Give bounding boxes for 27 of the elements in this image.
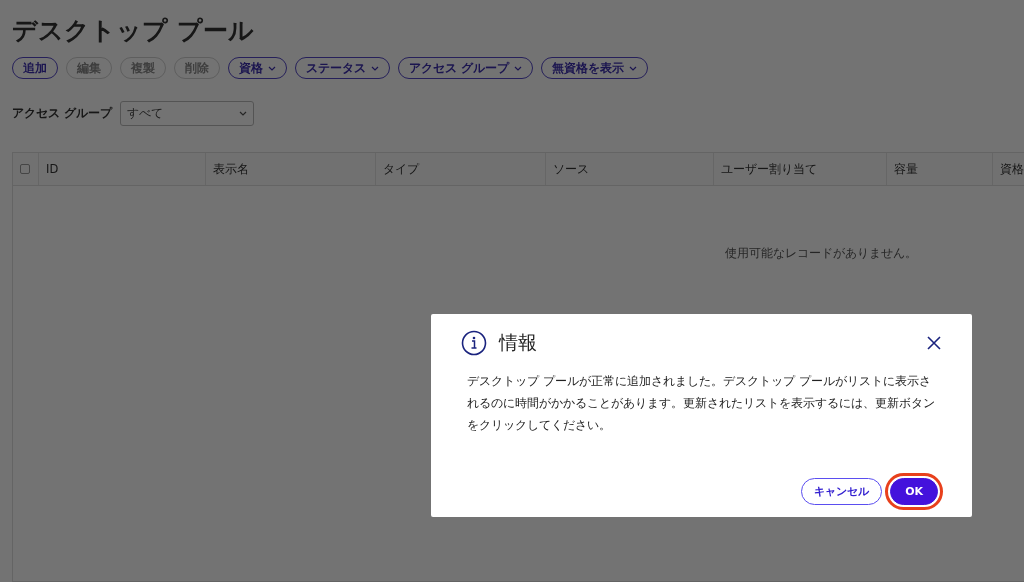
- caret-icon: [371, 65, 379, 71]
- select-all-checkbox[interactable]: [20, 164, 30, 174]
- chevron-down-icon: [239, 111, 248, 116]
- cancel-button[interactable]: キャンセル: [801, 478, 883, 505]
- column-header[interactable]: タイプ: [383, 161, 419, 177]
- caret-icon: [268, 65, 276, 71]
- info-icon: [461, 330, 487, 356]
- filter-label: アクセス グループ: [12, 105, 113, 122]
- column-header[interactable]: 容量: [894, 161, 918, 177]
- column-header[interactable]: 資格: [1000, 161, 1024, 177]
- dialog-message: デスクトップ プールが正常に追加されました。デスクトップ プールがリストに表示されるのに時間がかかることがあります。更新されたリストを表示するには、更新ボタンをクリックしてください。: [467, 373, 936, 434]
- caret-icon: [629, 65, 638, 71]
- column-header[interactable]: 表示名: [213, 161, 249, 177]
- toolbar-button[interactable]: 追加: [12, 57, 58, 79]
- filter-dropdown-button[interactable]: ステータス: [295, 57, 390, 79]
- column-header[interactable]: ユーザー割り当て: [721, 161, 817, 177]
- filter-dropdown-button[interactable]: 無資格を表示: [541, 57, 649, 79]
- page-title: デスクトップ プール: [12, 15, 254, 47]
- access-group-select[interactable]: すべて: [120, 101, 255, 126]
- filter-dropdown-button[interactable]: 資格: [228, 57, 287, 79]
- filter-dropdown-button[interactable]: アクセス グループ: [398, 57, 534, 79]
- dialog-title: 情報: [499, 330, 537, 355]
- caret-icon: [514, 65, 523, 71]
- column-header[interactable]: ソース: [553, 161, 589, 177]
- close-icon[interactable]: [926, 335, 942, 351]
- column-header[interactable]: ID: [46, 162, 59, 176]
- empty-message: 使用可能なレコードがありません。: [725, 245, 917, 262]
